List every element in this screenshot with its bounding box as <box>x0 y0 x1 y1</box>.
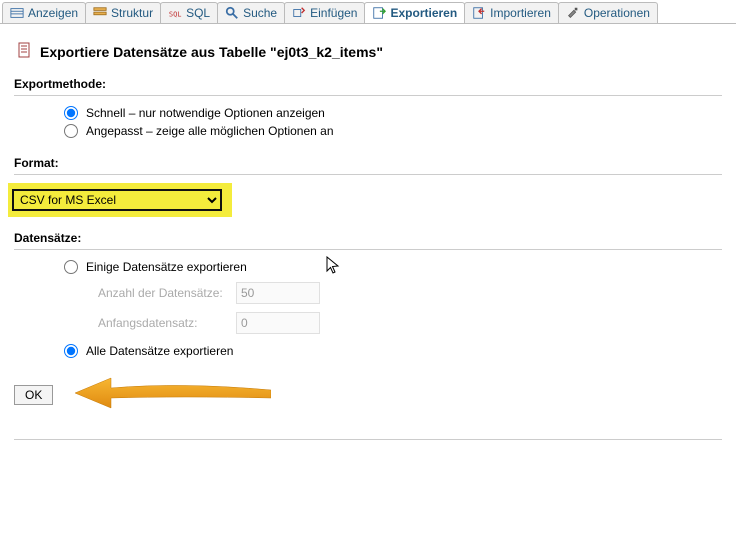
import-icon <box>472 6 486 20</box>
annotation-arrow-icon <box>71 376 271 413</box>
tab-anzeigen[interactable]: Anzeigen <box>2 2 86 23</box>
rows-title: Datensätze: <box>14 231 722 245</box>
browse-icon <box>10 6 24 20</box>
export-heading-icon <box>18 42 34 61</box>
tab-struktur[interactable]: Struktur <box>85 2 161 23</box>
divider <box>14 174 722 175</box>
tab-label: Struktur <box>111 6 153 20</box>
tab-label: SQL <box>186 6 210 20</box>
rows-start-input[interactable] <box>236 312 320 334</box>
tab-importieren[interactable]: Importieren <box>464 2 559 23</box>
rows-subfields: Anzahl der Datensätze: Anfangsdatensatz: <box>98 282 722 334</box>
tab-label: Suche <box>243 6 277 20</box>
format-title: Format: <box>14 156 722 170</box>
rows-start-label: Anfangsdatensatz: <box>98 316 228 330</box>
tab-label: Operationen <box>584 6 650 20</box>
search-icon <box>225 6 239 20</box>
divider <box>14 439 722 440</box>
tab-operationen[interactable]: Operationen <box>558 2 658 23</box>
export-method-custom-label: Angepasst – zeige alle möglichen Optione… <box>86 124 334 138</box>
insert-icon <box>292 6 306 20</box>
rows-all-label: Alle Datensätze exportieren <box>86 344 233 358</box>
format-select[interactable]: CSV for MS Excel <box>12 189 222 211</box>
structure-icon <box>93 6 107 20</box>
rows-count-input[interactable] <box>236 282 320 304</box>
tab-label: Importieren <box>490 6 551 20</box>
export-method-custom-radio[interactable] <box>64 124 78 138</box>
divider <box>14 249 722 250</box>
divider <box>14 95 722 96</box>
tab-sql[interactable]: SQL SQL <box>160 2 218 23</box>
submit-row <box>0 366 736 431</box>
format-section: Format: CSV for MS Excel <box>0 146 736 221</box>
svg-text:SQL: SQL <box>169 11 182 19</box>
tab-label: Anzeigen <box>28 6 78 20</box>
export-method-quick-label: Schnell – nur notwendige Optionen anzeig… <box>86 106 325 120</box>
format-highlight: CSV for MS Excel <box>8 183 232 217</box>
ok-button[interactable] <box>14 385 53 405</box>
tab-suche[interactable]: Suche <box>217 2 285 23</box>
tab-label: Exportieren <box>390 6 457 20</box>
tab-bar: Anzeigen Struktur SQL SQL Suche Einfügen… <box>0 0 736 24</box>
export-method-section: Exportmethode: Schnell – nur notwendige … <box>0 67 736 146</box>
export-method-title: Exportmethode: <box>14 77 722 91</box>
tab-einfuegen[interactable]: Einfügen <box>284 2 365 23</box>
tab-label: Einfügen <box>310 6 357 20</box>
rows-some-radio[interactable] <box>64 260 78 274</box>
tab-exportieren[interactable]: Exportieren <box>364 2 465 23</box>
operations-icon <box>566 6 580 20</box>
page-heading: Exportiere Datensätze aus Tabelle "ej0t3… <box>0 24 736 67</box>
sql-icon: SQL <box>168 6 182 20</box>
export-icon <box>372 6 386 20</box>
rows-all-radio[interactable] <box>64 344 78 358</box>
rows-count-label: Anzahl der Datensätze: <box>98 286 228 300</box>
page-title: Exportiere Datensätze aus Tabelle "ej0t3… <box>40 44 383 60</box>
rows-section: Datensätze: Einige Datensätze exportiere… <box>0 221 736 366</box>
rows-some-label: Einige Datensätze exportieren <box>86 260 247 274</box>
export-method-quick-radio[interactable] <box>64 106 78 120</box>
